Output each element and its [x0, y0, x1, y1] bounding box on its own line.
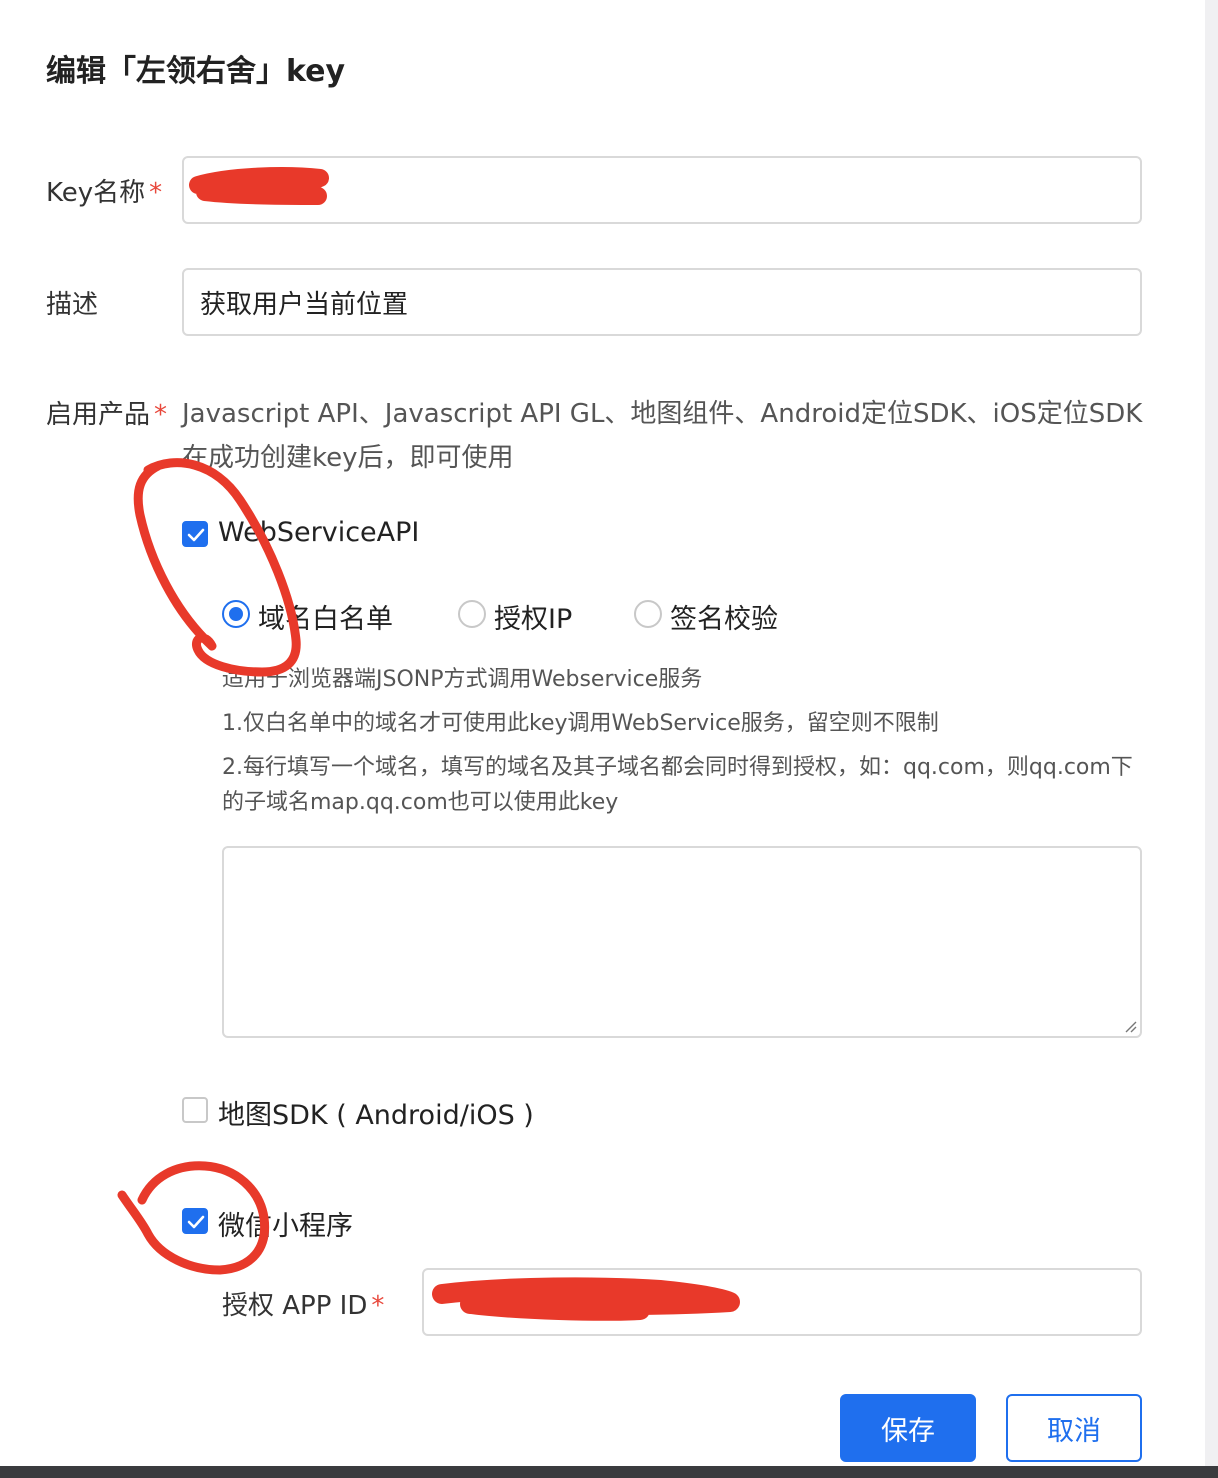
help-text-2: 1.仅白名单中的域名才可使用此key调用WebService服务，留空则不限制: [222, 711, 939, 736]
map-sdk-checkbox[interactable]: [182, 1097, 208, 1123]
radio-authorized-ip-label[interactable]: 授权IP: [494, 597, 572, 636]
miniprogram-checkbox[interactable]: [182, 1208, 208, 1234]
description-label: 描述: [46, 290, 99, 320]
radio-authorized-ip[interactable]: [458, 600, 486, 628]
description-input[interactable]: [182, 268, 1142, 336]
required-mark: *: [149, 178, 163, 208]
radio-signature-check[interactable]: [634, 600, 662, 628]
cancel-button[interactable]: 取消: [1006, 1394, 1142, 1462]
webservice-checkbox[interactable]: [182, 521, 208, 547]
key-name-input[interactable]: [182, 156, 1142, 224]
checkmark-icon: [187, 528, 205, 542]
required-mark: *: [154, 400, 168, 430]
map-sdk-label: 地图SDK ( Android/iOS ): [218, 1100, 534, 1131]
radio-domain-whitelist[interactable]: [222, 600, 250, 628]
miniprogram-label: 微信小程序: [218, 1211, 353, 1242]
products-note: Javascript API、Javascript API GL、地图组件、An…: [182, 399, 1143, 473]
radio-domain-whitelist-label[interactable]: 域名白名单: [258, 597, 393, 636]
backdrop-edge: [0, 1466, 1218, 1478]
products-label: 启用产品 *: [46, 400, 168, 430]
appid-input[interactable]: [422, 1268, 1142, 1336]
required-mark: *: [371, 1291, 385, 1321]
domain-whitelist-textarea[interactable]: [222, 846, 1142, 1038]
save-button[interactable]: 保存: [840, 1394, 976, 1462]
scrollbar-track: [1205, 0, 1218, 1466]
radio-signature-check-label[interactable]: 签名校验: [670, 597, 778, 636]
key-name-label: Key名称 *: [46, 178, 163, 208]
checkmark-icon: [187, 1215, 205, 1229]
help-text-1: 适用于浏览器端JSONP方式调用Webservice服务: [222, 667, 703, 692]
dialog-title: 编辑「左领右舍」key: [46, 54, 346, 89]
webservice-label: WebServiceAPI: [218, 517, 420, 548]
edit-key-dialog: 编辑「左领右舍」key Key名称* 描述 启用产品* Javascript A…: [0, 0, 1205, 1466]
help-text-3: 2.每行填写一个域名，填写的域名及其子域名都会同时得到授权，如：qq.com，则…: [222, 755, 1133, 815]
appid-label: 授权 APP ID *: [222, 1291, 385, 1321]
resize-grip-icon[interactable]: [1121, 1017, 1137, 1033]
